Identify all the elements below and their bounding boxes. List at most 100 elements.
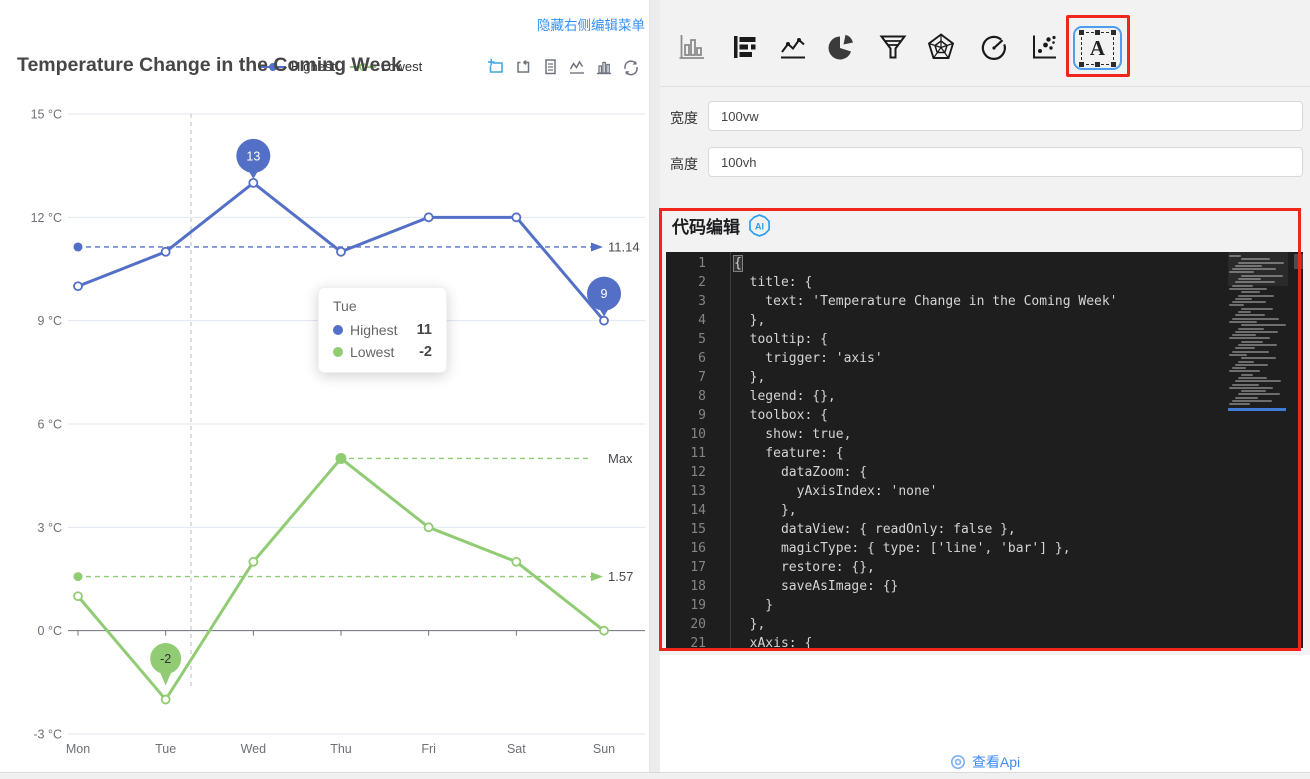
code-line[interactable]: title: { — [734, 273, 1118, 292]
line-number: 13 — [666, 482, 706, 501]
gutter-separator — [730, 252, 731, 648]
line-number: 12 — [666, 463, 706, 482]
line-number: 18 — [666, 577, 706, 596]
code-line[interactable]: toolbox: { — [734, 406, 1118, 425]
code-line[interactable]: yAxisIndex: 'none' — [734, 482, 1118, 501]
line-number: 1 — [666, 254, 706, 273]
data-zoom-icon[interactable] — [487, 58, 505, 76]
line-number: 10 — [666, 425, 706, 444]
code-line[interactable]: }, — [734, 615, 1118, 634]
code-line[interactable]: trigger: 'axis' — [734, 349, 1118, 368]
tooltip-series-value: -2 — [419, 344, 432, 360]
line-number: 16 — [666, 539, 706, 558]
line-number: 2 — [666, 273, 706, 292]
width-label: 宽度 — [670, 108, 698, 128]
svg-text:9 °C: 9 °C — [38, 314, 62, 328]
pie-chart-icon[interactable] — [826, 32, 856, 62]
minimap[interactable] — [1228, 255, 1288, 645]
line-number: 9 — [666, 406, 706, 425]
horizontal-bar-chart-icon[interactable] — [730, 32, 760, 62]
svg-text:Thu: Thu — [330, 742, 352, 756]
svg-text:AI: AI — [755, 221, 764, 231]
editor-panel: A 宽度 高度 代码编辑 AI 123456789101112131415161… — [660, 0, 1310, 772]
svg-text:12 °C: 12 °C — [31, 211, 62, 225]
code-line[interactable]: saveAsImage: {} — [734, 577, 1118, 596]
code-line[interactable]: feature: { — [734, 444, 1118, 463]
tooltip-series-value: 11 — [417, 322, 432, 338]
restore-icon[interactable] — [622, 58, 640, 76]
line-number: 3 — [666, 292, 706, 311]
chart-preview-panel: 15 °C12 °C9 °C6 °C3 °C0 °C-3 °CMonTueWed… — [0, 0, 650, 772]
tooltip-row-lowest: Lowest -2 — [333, 344, 432, 360]
funnel-chart-icon[interactable] — [878, 32, 908, 62]
code-line[interactable]: magicType: { type: ['line', 'bar'] }, — [734, 539, 1118, 558]
code-line[interactable]: }, — [734, 368, 1118, 387]
chart-type-toolbar: A — [660, 0, 1310, 86]
data-view-icon[interactable] — [541, 58, 559, 76]
magic-type-bar-icon[interactable] — [595, 58, 613, 76]
line-number: 17 — [666, 558, 706, 577]
code-line[interactable]: xAxis: { — [734, 634, 1118, 648]
save-as-image-icon[interactable] — [649, 58, 650, 76]
hide-right-menu-link[interactable]: 隐藏右侧编辑菜单 — [537, 14, 645, 34]
code-line[interactable]: legend: {}, — [734, 387, 1118, 406]
bar-chart-icon[interactable] — [677, 32, 707, 62]
svg-text:-3 °C: -3 °C — [33, 728, 62, 742]
code-line[interactable]: } — [734, 596, 1118, 615]
line-number: 6 — [666, 349, 706, 368]
scatter-chart-icon[interactable] — [1029, 32, 1059, 62]
code-line[interactable]: }, — [734, 501, 1118, 520]
code-line[interactable]: dataZoom: { — [734, 463, 1118, 482]
toolbar-divider — [660, 86, 1310, 87]
view-api-link[interactable]: 查看Api — [660, 752, 1310, 772]
tooltip-category: Tue — [333, 298, 432, 314]
svg-text:9: 9 — [601, 287, 608, 301]
code-line[interactable]: }, — [734, 311, 1118, 330]
line-number: 19 — [666, 596, 706, 615]
height-label: 高度 — [670, 154, 698, 174]
ai-badge-icon[interactable]: AI — [747, 213, 772, 238]
code-line[interactable]: dataView: { readOnly: false }, — [734, 520, 1118, 539]
code-line[interactable]: restore: {}, — [734, 558, 1118, 577]
tooltip-row-highest: Highest 11 — [333, 322, 432, 338]
text-element-icon[interactable]: A — [1073, 26, 1122, 70]
line-numbers: 123456789101112131415161718192021 — [666, 254, 706, 648]
svg-text:Fri: Fri — [421, 742, 436, 756]
chart-tooltip: Tue Highest 11 Lowest -2 — [318, 287, 447, 373]
tooltip-series-name: Highest — [350, 322, 397, 338]
line-number: 15 — [666, 520, 706, 539]
code-editor-header: 代码编辑 AI — [672, 213, 772, 238]
zoom-reset-icon[interactable] — [514, 58, 532, 76]
code-line[interactable]: text: 'Temperature Change in the Coming … — [734, 292, 1118, 311]
line-number: 21 — [666, 634, 706, 648]
svg-text:-2: -2 — [160, 652, 171, 666]
eye-icon — [950, 754, 966, 770]
svg-text:Tue: Tue — [155, 742, 176, 756]
code-line[interactable]: tooltip: { — [734, 330, 1118, 349]
code-content[interactable]: { title: { text: 'Temperature Change in … — [734, 254, 1118, 648]
line-number: 5 — [666, 330, 706, 349]
code-line[interactable]: show: true, — [734, 425, 1118, 444]
code-editor[interactable]: 123456789101112131415161718192021 { titl… — [666, 252, 1303, 648]
width-input[interactable] — [708, 101, 1303, 131]
editor-scrollbar[interactable] — [1294, 254, 1303, 269]
height-input[interactable] — [708, 147, 1303, 177]
gauge-chart-icon[interactable] — [979, 32, 1009, 62]
svg-text:Sat: Sat — [507, 742, 526, 756]
magic-type-line-icon[interactable] — [568, 58, 586, 76]
code-line[interactable]: { — [734, 254, 1118, 273]
line-chart-icon[interactable] — [778, 32, 808, 62]
line-number: 7 — [666, 368, 706, 387]
chart-toolbox — [487, 58, 650, 76]
minimap-viewport[interactable] — [1228, 252, 1288, 286]
horizontal-scrollbar-strip[interactable] — [0, 772, 1310, 779]
svg-text:3 °C: 3 °C — [38, 521, 62, 535]
text-selection-box-icon: A — [1081, 32, 1114, 65]
radar-chart-icon[interactable] — [926, 32, 956, 62]
minimap-selection — [1228, 408, 1286, 411]
svg-text:6 °C: 6 °C — [38, 418, 62, 432]
svg-text:1.57: 1.57 — [608, 569, 633, 584]
svg-text:Mon: Mon — [66, 742, 90, 756]
line-number: 4 — [666, 311, 706, 330]
view-api-label: 查看Api — [972, 752, 1020, 772]
